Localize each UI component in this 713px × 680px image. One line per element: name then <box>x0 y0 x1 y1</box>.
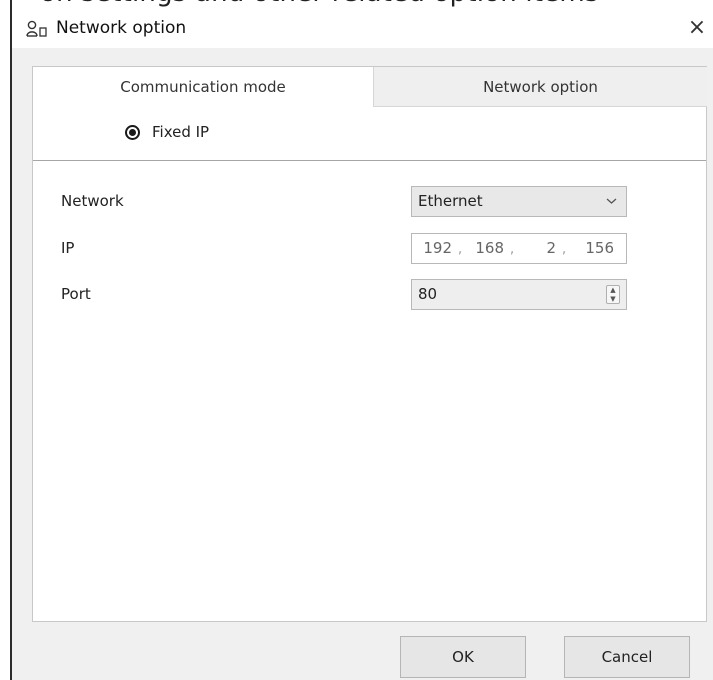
dialog-title: Network option <box>56 18 187 38</box>
ok-button[interactable]: OK <box>400 636 526 678</box>
port-value: 80 <box>418 285 438 303</box>
background-window-text: on settings and other related option ite… <box>0 0 713 8</box>
ip-octet-4[interactable]: 156 <box>578 239 614 257</box>
fixed-ip-label: Fixed IP <box>152 123 210 141</box>
close-button[interactable]: × <box>684 14 710 42</box>
ip-octet-3[interactable]: 2 <box>520 239 556 257</box>
user-network-icon <box>26 20 48 38</box>
section-divider <box>33 160 706 161</box>
port-stepper[interactable]: 80 ▲ ▼ <box>411 279 627 310</box>
spin-up-icon[interactable]: ▲ <box>607 286 619 294</box>
cancel-button[interactable]: Cancel <box>564 636 690 678</box>
network-label: Network <box>61 192 124 210</box>
tab-communication-mode[interactable]: Communication mode <box>33 67 373 107</box>
ip-octet-1[interactable]: 192 <box>416 239 452 257</box>
ip-separator: , <box>510 242 515 257</box>
ip-separator: , <box>458 242 463 257</box>
network-select[interactable]: Ethernet <box>411 186 627 217</box>
network-option-dialog: Network option × Communication mode Netw… <box>12 8 713 680</box>
settings-panel: Communication mode Network option Fixed … <box>32 66 707 622</box>
ip-label: IP <box>61 239 75 257</box>
fixed-ip-radio-option[interactable]: Fixed IP <box>125 121 209 143</box>
chevron-down-icon <box>606 194 617 209</box>
network-select-value: Ethernet <box>418 192 483 210</box>
tab-network-option[interactable]: Network option <box>373 67 707 107</box>
title-bar: Network option × <box>12 8 713 48</box>
port-spinner: ▲ ▼ <box>606 285 620 304</box>
port-label: Port <box>61 285 91 303</box>
ip-octet-2[interactable]: 168 <box>468 239 504 257</box>
radio-selected-dot <box>129 128 136 136</box>
ip-separator: , <box>562 242 567 257</box>
fixed-ip-radio[interactable] <box>125 124 140 140</box>
spin-down-icon[interactable]: ▼ <box>607 295 619 303</box>
ip-address-field[interactable]: 192 , 168 , 2 , 156 <box>411 233 627 264</box>
